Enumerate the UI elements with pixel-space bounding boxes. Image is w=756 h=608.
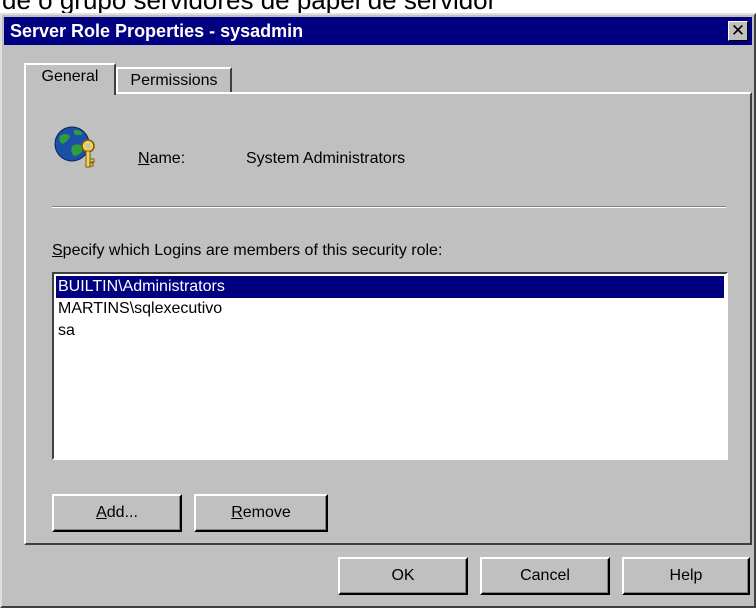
cancel-button[interactable]: Cancel [480, 557, 610, 595]
help-button[interactable]: Help [622, 557, 750, 595]
background-text: de o grupo servidores de papel de servid… [0, 0, 756, 13]
list-item-martins-sqlexecutivo[interactable]: MARTINS\sqlexecutivo [56, 298, 724, 320]
role-name-value: System Administrators [246, 150, 406, 167]
list-item-builtin-administrators[interactable]: BUILTIN\Administrators [56, 276, 724, 298]
ok-button[interactable]: OK [338, 557, 468, 595]
title-bar[interactable]: Server Role Properties - sysadmin ✕ [4, 17, 752, 45]
logins-listbox[interactable]: BUILTIN\Administrators MARTINS\sqlexecut… [52, 272, 728, 460]
logins-list-label: Specify which Logins are members of this… [52, 242, 443, 259]
list-item-sa[interactable]: sa [56, 320, 724, 342]
tab-general-label: General [41, 68, 99, 85]
tab-permissions[interactable]: Permissions [116, 67, 232, 95]
tab-general[interactable]: General [24, 63, 116, 95]
remove-button[interactable]: Remove [194, 494, 328, 532]
server-role-properties-dialog: Server Role Properties - sysadmin ✕ Gene… [0, 13, 756, 608]
separator [52, 206, 726, 208]
add-button[interactable]: Add... [52, 494, 182, 532]
window-title: Server Role Properties - sysadmin [10, 21, 304, 41]
name-label: Name: [138, 150, 186, 167]
role-key-globe-icon [54, 126, 95, 168]
tab-permissions-label: Permissions [130, 72, 218, 89]
close-button[interactable]: ✕ [728, 21, 748, 41]
close-icon: ✕ [730, 21, 746, 40]
general-tab-panel: Name: System Administrators Specify whic… [24, 92, 752, 545]
